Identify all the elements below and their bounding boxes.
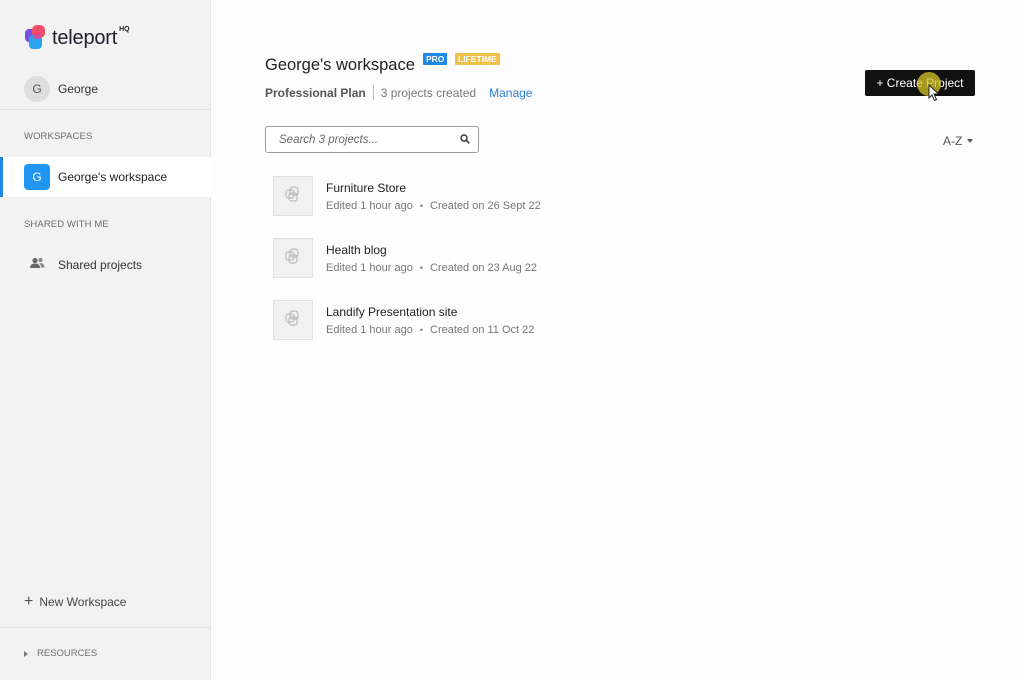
pro-badge: PRO [423,53,448,65]
lifetime-badge: LIFETIME [455,53,500,65]
project-placeholder-icon [285,247,301,269]
user-menu[interactable]: G George [24,76,98,102]
page-title: George's workspace [265,56,415,74]
workspace-badge: G [24,164,50,190]
brand-name: teleport [52,26,118,49]
caret-right-icon [24,650,28,657]
sort-dropdown[interactable]: A-Z [943,134,974,148]
search-icon[interactable] [460,131,470,149]
project-edited: Edited 1 hour ago [326,261,413,274]
resources-label: RESOURCES [37,648,98,659]
plan-name: Professional Plan [265,85,366,100]
project-card[interactable]: Furniture Store Edited 1 hour ago • Crea… [273,176,541,216]
sort-label: A-Z [943,134,963,148]
projects-count: 3 projects created [380,85,477,100]
chevron-down-icon [967,139,974,143]
project-thumbnail [273,238,313,278]
brand-suffix: HQ [119,25,130,33]
project-created: Created on 11 Oct 22 [430,323,535,336]
new-workspace-button[interactable]: + New Workspace [24,594,126,610]
resources-toggle[interactable]: RESOURCES [24,648,97,659]
separator-dot: • [419,324,424,335]
search-input[interactable] [279,133,460,146]
project-edited: Edited 1 hour ago [326,323,413,336]
search-box[interactable] [265,126,479,153]
project-created: Created on 23 Aug 22 [430,261,538,274]
project-placeholder-icon [285,309,301,331]
teleport-logo-icon [24,24,50,52]
people-icon [30,256,45,274]
sidebar-item-georges-workspace[interactable]: G George's workspace [0,157,211,197]
project-edited: Edited 1 hour ago [326,199,413,212]
shared-heading: SHARED WITH ME [24,219,109,230]
divider [372,85,374,100]
avatar: G [24,76,50,102]
sidebar-item-label: Shared projects [58,258,143,272]
project-placeholder-icon [285,185,301,207]
manage-link[interactable]: Manage [489,86,532,100]
separator-dot: • [419,262,424,273]
mouse-cursor-icon [928,83,940,107]
project-name: Furniture Store [326,180,407,195]
divider [0,627,211,628]
plan-info: Professional Plan 3 projects created Man… [265,85,532,100]
brand-logo[interactable]: teleport HQ [24,24,130,52]
user-name: George [58,82,99,96]
separator-dot: • [419,200,424,211]
sidebar-item-label: George's workspace [58,170,168,184]
project-card[interactable]: Landify Presentation site Edited 1 hour … [273,300,534,340]
sidebar-item-shared-projects[interactable]: Shared projects [30,256,142,274]
sidebar: teleport HQ G George WORKSPACES G George… [0,0,211,680]
plus-icon: + [24,593,34,610]
project-thumbnail [273,176,313,216]
workspaces-heading: WORKSPACES [24,131,93,142]
project-name: Health blog [326,242,387,257]
project-thumbnail [273,300,313,340]
project-created: Created on 26 Sept 22 [430,199,541,212]
project-card[interactable]: Health blog Edited 1 hour ago • Created … [273,238,537,278]
project-name: Landify Presentation site [326,304,458,319]
divider [0,109,211,110]
new-workspace-label: New Workspace [39,595,127,609]
